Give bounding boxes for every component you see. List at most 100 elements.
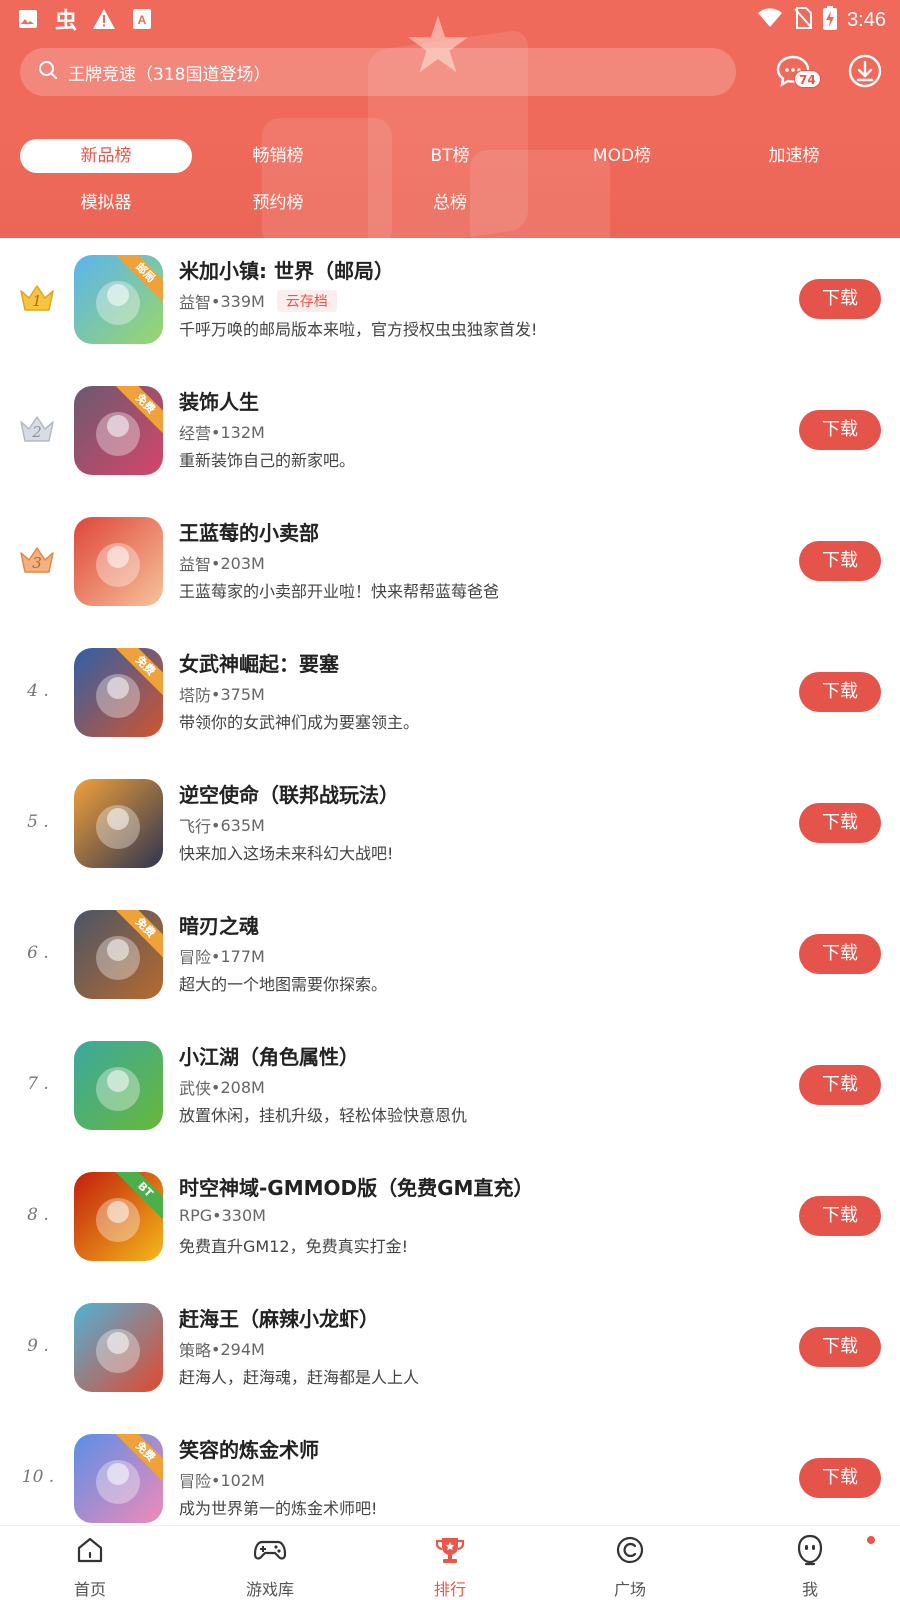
nav-label-square: 广场 (613, 1580, 646, 1599)
app-icon[interactable] (74, 1041, 163, 1130)
list-item[interactable]: 3 王蓝莓的小卖部 益智 • 203M 王蓝莓家的小卖部开业啦！快来帮帮蓝莓爸爸 下载 (0, 500, 900, 631)
list-item[interactable]: 8 . BT 时空神域-GMMOD版（免费GM直充） RPG • 330M 免费直升GM… (0, 1155, 900, 1286)
profile-face-icon (794, 1533, 826, 1571)
app-icon[interactable]: 免费 (74, 910, 163, 999)
app-category: 益智 (179, 555, 212, 574)
app-title[interactable]: 米加小镇: 世界（邮局） (179, 255, 394, 284)
download-button[interactable]: 下载 (799, 410, 881, 450)
rank-number: 6 . (27, 943, 49, 963)
app-title[interactable]: 小江湖（角色属性） (179, 1041, 359, 1070)
app-category: 策略 (179, 1341, 212, 1360)
tab-reserve[interactable]: 预约榜 (192, 186, 364, 220)
meta-separator: • (211, 1077, 221, 1097)
app-title[interactable]: 笑容的炼金术师 (179, 1434, 319, 1463)
download-button[interactable]: 下载 (799, 1196, 881, 1236)
app-meta: 经营 • 132M (179, 420, 265, 444)
app-title[interactable]: 女武神崛起：要塞 (179, 648, 339, 677)
nav-home[interactable]: 首页 (30, 1534, 150, 1600)
tab-mod[interactable]: MOD榜 (536, 139, 708, 173)
rank-number: 7 . (27, 1074, 49, 1094)
download-button[interactable]: 下载 (799, 1065, 881, 1105)
nav-square[interactable]: 广场 (570, 1534, 690, 1600)
list-item[interactable]: 2 免费 装饰人生经营 • 132M 重新装饰自己的新家吧。 下载 (0, 369, 900, 500)
app-icon[interactable]: 免费 (74, 648, 163, 737)
wifi-icon (757, 8, 783, 32)
list-item[interactable]: 6 . 免费 暗刃之魂 冒险 • 177M 超大的一个地图需要你探索。 下载 (0, 893, 900, 1024)
app-title[interactable]: 暗刃之魂 (179, 910, 259, 939)
app-description: 超大的一个地图需要你探索。 (179, 975, 388, 994)
app-icon[interactable] (74, 779, 163, 868)
app-size: 177M (220, 946, 265, 966)
app-description: 放置休闲，挂机升级，轻松体验快意恩仇 (179, 1106, 468, 1125)
list-item[interactable]: 9 . 赶海王（麻辣小龙虾） 策略 • 294M 赶海人，赶海魂，赶海都是人上人 下载 (0, 1286, 900, 1417)
app-meta: 塔防 • 375M (179, 682, 265, 706)
app-category: 经营 (179, 424, 212, 443)
app-description: 千呼万唤的邮局版本来啦，官方授权虫虫独家首发! (179, 320, 538, 339)
app-title[interactable]: 赶海王（麻辣小龙虾） (179, 1303, 379, 1332)
download-button[interactable]: 下载 (799, 803, 881, 843)
list-item[interactable]: 5 . 逆空使命（联邦战玩法） 飞行 • 635M 快来加入这场未来科幻大战吧! 下载 (0, 762, 900, 893)
app-category: 飞行 (179, 817, 212, 836)
app-icon[interactable]: BT (74, 1172, 163, 1261)
no-sim-icon (793, 7, 813, 33)
app-title[interactable]: 逆空使命（联邦战玩法） (179, 779, 399, 808)
tab-accelerate[interactable]: 加速榜 (708, 139, 880, 173)
nav-ranking[interactable]: 排行 (390, 1534, 510, 1600)
app-description: 快来加入这场未来科幻大战吧! (179, 844, 394, 863)
app-icon[interactable]: 免费 (74, 386, 163, 475)
app-category: 冒险 (179, 948, 212, 967)
download-manager-button[interactable] (844, 52, 886, 94)
app-icon[interactable]: 邮局 (74, 255, 163, 344)
download-button[interactable]: 下载 (799, 672, 881, 712)
tab-bt[interactable]: BT榜 (364, 139, 536, 173)
app-icon[interactable] (74, 1303, 163, 1392)
list-item[interactable]: 4 . 免费 女武神崛起：要塞 塔防 • 375M 带领你的女武神们成为要塞领主。 下载 (0, 631, 900, 762)
app-size: 208M (220, 1077, 265, 1097)
download-circle-icon (847, 53, 883, 93)
list-item[interactable]: 7 . 小江湖（角色属性） 武侠 • 208M 放置休闲，挂机升级，轻松体验快意恩仇 下… (0, 1024, 900, 1155)
a-app-icon: A (130, 7, 154, 31)
search-bar[interactable]: 王牌竞速（318国道登场） (20, 48, 736, 96)
app-description: 重新装饰自己的新家吧。 (179, 451, 356, 470)
tab-overall[interactable]: 总榜 (364, 186, 536, 220)
app-description: 赶海人，赶海魂，赶海都是人上人 (179, 1368, 420, 1387)
app-description: 成为世界第一的炼金术师吧! (179, 1499, 378, 1518)
meta-separator: • (211, 422, 221, 442)
image-icon (16, 7, 40, 31)
download-button[interactable]: 下载 (799, 1327, 881, 1367)
download-button[interactable]: 下载 (799, 1458, 881, 1498)
app-category: 益智 (179, 293, 212, 312)
app-size: 375M (220, 684, 265, 704)
header-banner: ★ 虫 A 3:46 王牌竞速（318国道登场） 74 新品榜 畅销榜 BT榜 … (0, 0, 900, 238)
gamepad-icon (253, 1535, 287, 1569)
download-button[interactable]: 下载 (799, 934, 881, 974)
app-size: 203M (220, 553, 265, 573)
nav-game-library[interactable]: 游戏库 (210, 1534, 330, 1600)
app-title[interactable]: 王蓝莓的小卖部 (179, 517, 319, 546)
nav-label-me: 我 (801, 1580, 818, 1599)
bottom-navigation: 首页 游戏库 排行 广场 我 (0, 1525, 900, 1600)
tab-emulator[interactable]: 模拟器 (20, 186, 192, 220)
message-button[interactable]: 74 (772, 52, 821, 94)
meta-separator: • (211, 815, 221, 835)
app-title[interactable]: 装饰人生 (179, 386, 259, 415)
download-button[interactable]: 下载 (799, 279, 881, 319)
nav-label-home: 首页 (73, 1580, 106, 1599)
app-icon[interactable] (74, 517, 163, 606)
rank-number: 2 (32, 423, 42, 441)
app-category: 塔防 (179, 686, 212, 705)
warning-icon (92, 7, 116, 31)
app-description: 王蓝莓家的小卖部开业啦！快来帮帮蓝莓爸爸 (179, 582, 500, 601)
list-item[interactable]: 1 邮局 米加小镇: 世界（邮局） 益智 • 339M 云存档 千呼万唤的邮局版本来啦，官… (0, 238, 900, 369)
rank-crown-icon: 3 (18, 545, 56, 575)
app-size: 102M (220, 1470, 265, 1490)
app-icon[interactable]: 免费 (74, 1434, 163, 1523)
notification-dot (867, 1536, 875, 1544)
rank-number: 4 . (27, 681, 49, 701)
tab-new[interactable]: 新品榜 (20, 139, 192, 173)
app-title[interactable]: 时空神域-GMMOD版（免费GM直充） (179, 1172, 533, 1201)
nav-me[interactable]: 我 (750, 1534, 870, 1600)
download-button[interactable]: 下载 (799, 541, 881, 581)
tab-bestseller[interactable]: 畅销榜 (192, 139, 364, 173)
meta-separator: • (211, 684, 221, 704)
